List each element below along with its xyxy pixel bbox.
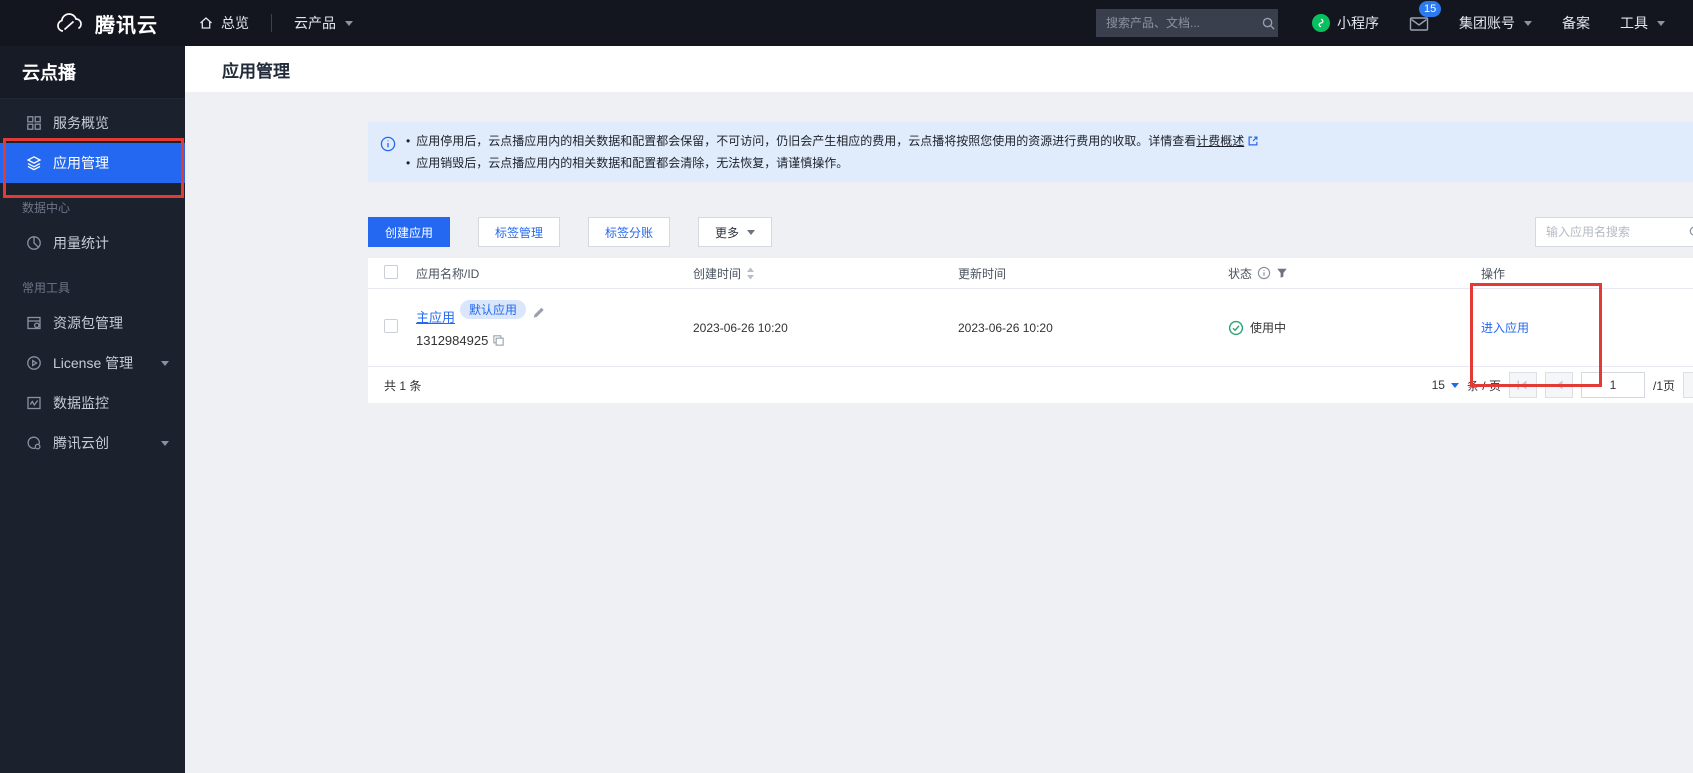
app-id: 1312984925 <box>416 333 488 348</box>
nav-overview[interactable]: 总览 <box>198 13 249 33</box>
table-footer: 共 1 条 15 条 / 页 <box>368 367 1693 403</box>
info-circle-icon[interactable] <box>1257 266 1271 280</box>
page-header: 应用管理 <box>185 46 1693 92</box>
created-time: 2023-06-26 10:20 <box>693 321 958 335</box>
app-search-box[interactable] <box>1535 217 1693 247</box>
main-area: 应用管理 •应用停用后，云点播应用内的相关数据和配置都会保留，不可访问，仍旧会产… <box>185 46 1693 773</box>
sidebar-section-common-tools: 常用工具 <box>0 271 185 303</box>
sidebar-item-app-management[interactable]: 应用管理 <box>0 143 185 183</box>
chevron-down-icon[interactable] <box>161 441 169 446</box>
sort-icon[interactable] <box>746 267 755 280</box>
miniprogram-icon <box>1312 14 1330 32</box>
sidebar-item-cloud-create[interactable]: 腾讯云创 <box>0 423 185 463</box>
brand-logo[interactable]: 腾讯云 <box>56 9 158 38</box>
sidebar-item-license[interactable]: License 管理 <box>0 343 185 383</box>
next-page-button[interactable] <box>1683 372 1693 398</box>
layers-icon <box>26 155 42 171</box>
sidebar-section-data-center: 数据中心 <box>0 191 185 223</box>
select-all-checkbox[interactable] <box>384 265 398 279</box>
chevron-down-icon <box>1524 21 1532 26</box>
status-badge: 使用中 <box>1228 319 1481 336</box>
nav-divider <box>271 14 272 32</box>
table-row: 主应用 默认应用 1312984925 <box>368 289 1693 367</box>
chevron-down-icon <box>747 230 755 235</box>
sidebar: 云点播 服务概览 应用管理 数据中心 <box>0 46 185 773</box>
brand-name: 腾讯云 <box>95 9 158 38</box>
column-action: 操作 <box>1481 265 1693 282</box>
external-link-icon[interactable] <box>1247 136 1259 150</box>
nav-messages[interactable]: 15 <box>1409 15 1429 32</box>
banner-bullet-1: •应用停用后，云点播应用内的相关数据和配置都会保留，不可访问，仍旧会产生相应的费… <box>406 131 1259 153</box>
tag-split-button[interactable]: 标签分账 <box>588 217 670 247</box>
grid-icon <box>26 115 42 131</box>
nav-miniprogram[interactable]: 小程序 <box>1312 13 1379 33</box>
page-size-select[interactable]: 15 <box>1432 378 1459 392</box>
chevron-down-icon <box>1451 383 1459 388</box>
updated-time: 2023-06-26 10:20 <box>958 321 1228 335</box>
search-icon[interactable] <box>1261 16 1276 31</box>
prev-page-button[interactable] <box>1545 372 1573 398</box>
chevron-down-icon <box>345 21 353 26</box>
app-search-input[interactable] <box>1546 225 1688 239</box>
envelope-icon <box>1409 15 1429 32</box>
enter-app-link[interactable]: 进入应用 <box>1481 321 1529 335</box>
tag-manage-button[interactable]: 标签管理 <box>478 217 560 247</box>
copy-icon[interactable] <box>492 334 505 347</box>
column-name-id: 应用名称/ID <box>416 265 693 282</box>
tencent-cloud-logo-icon <box>56 12 86 34</box>
toolbar: 创建应用 标签管理 标签分账 更多 <box>368 217 1693 247</box>
cloud-create-icon <box>26 435 42 451</box>
table-header-row: 应用名称/ID 创建时间 更新时间 状态 <box>368 258 1693 289</box>
sidebar-item-usage-stats[interactable]: 用量统计 <box>0 223 185 263</box>
info-banner: •应用停用后，云点播应用内的相关数据和配置都会保留，不可访问，仍旧会产生相应的费… <box>368 122 1693 182</box>
nav-tools[interactable]: 工具 <box>1620 13 1665 33</box>
more-button[interactable]: 更多 <box>698 217 772 247</box>
page-title: 应用管理 <box>222 57 290 82</box>
per-page-label: 条 / 页 <box>1467 377 1501 394</box>
billing-overview-link[interactable]: 计费概述 <box>1196 134 1244 148</box>
info-circle-icon <box>380 136 396 152</box>
create-app-button[interactable]: 创建应用 <box>368 217 450 247</box>
play-circle-icon <box>26 355 42 371</box>
chevron-down-icon[interactable] <box>161 361 169 366</box>
sidebar-item-data-monitor[interactable]: 数据监控 <box>0 383 185 423</box>
search-icon[interactable] <box>1688 225 1693 239</box>
sidebar-item-resource-pack[interactable]: 资源包管理 <box>0 303 185 343</box>
nav-beian[interactable]: 备案 <box>1562 13 1590 33</box>
home-icon <box>198 15 214 31</box>
sidebar-item-service-overview[interactable]: 服务概览 <box>0 103 185 143</box>
page-number-input[interactable] <box>1581 372 1645 398</box>
pagination: 15 条 / 页 /1页 <box>1432 367 1693 403</box>
sidebar-product-title: 云点播 <box>0 46 185 99</box>
package-icon <box>26 315 42 331</box>
screen: 腾讯云 总览 云产品 <box>0 0 1693 773</box>
check-circle-icon <box>1228 320 1244 336</box>
message-count-badge: 15 <box>1419 1 1441 17</box>
nav-products[interactable]: 云产品 <box>294 13 353 33</box>
column-updated: 更新时间 <box>958 265 1228 282</box>
edit-pencil-icon[interactable] <box>531 305 545 319</box>
top-nav: 腾讯云 总览 云产品 <box>0 0 1693 46</box>
nav-group-account[interactable]: 集团账号 <box>1459 13 1532 33</box>
pie-chart-icon <box>26 235 42 251</box>
banner-bullet-2: •应用销毁后，云点播应用内的相关数据和配置都会清除，无法恢复，请谨慎操作。 <box>406 153 1259 173</box>
page-total-label: /1页 <box>1653 377 1675 394</box>
topnav-search[interactable] <box>1096 9 1278 37</box>
default-app-badge: 默认应用 <box>460 300 526 319</box>
column-status: 状态 <box>1228 265 1481 282</box>
row-checkbox[interactable] <box>384 319 398 333</box>
filter-funnel-icon[interactable] <box>1276 267 1288 279</box>
app-table: 应用名称/ID 创建时间 更新时间 状态 <box>368 258 1693 403</box>
topnav-search-input[interactable] <box>1106 16 1261 30</box>
chevron-down-icon <box>1657 21 1665 26</box>
first-page-button[interactable] <box>1509 372 1537 398</box>
column-created: 创建时间 <box>693 265 958 282</box>
monitor-icon <box>26 395 42 411</box>
app-name-link[interactable]: 主应用 <box>416 307 455 326</box>
total-count: 共 1 条 <box>384 377 421 394</box>
